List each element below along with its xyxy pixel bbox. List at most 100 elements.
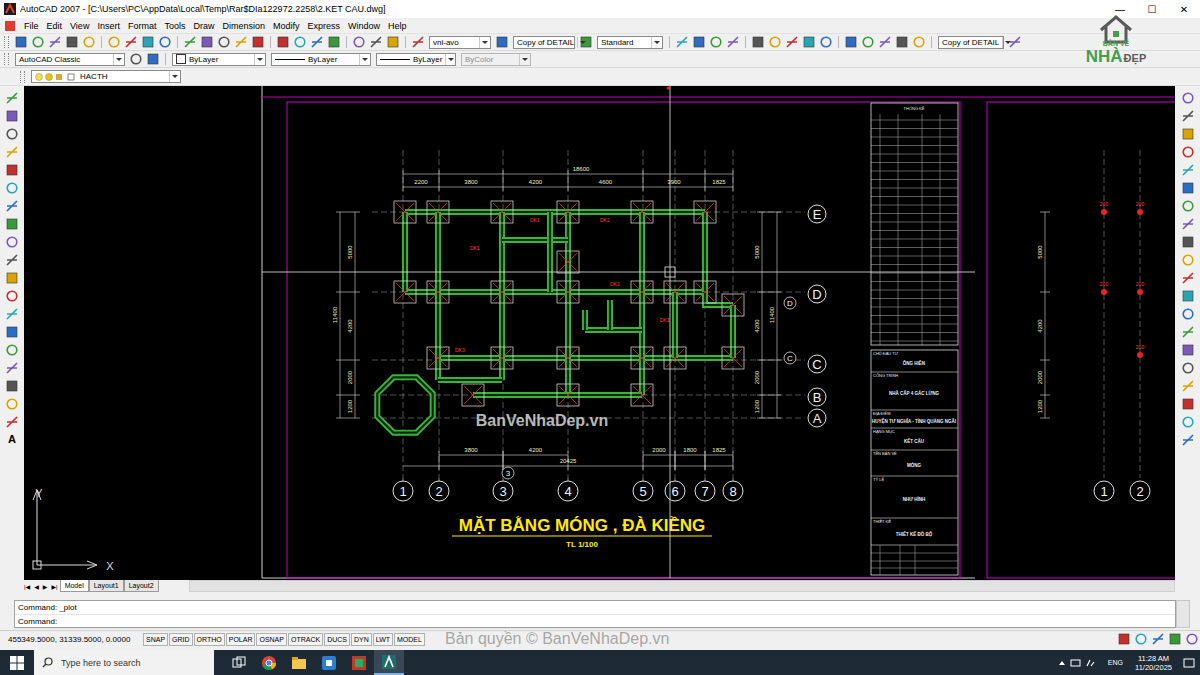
tool-icon[interactable] — [157, 34, 173, 50]
tool-icon[interactable] — [30, 34, 46, 50]
toolbar-grip[interactable] — [4, 36, 9, 48]
tool-icon[interactable] — [1180, 432, 1196, 448]
tool-icon[interactable] — [1150, 631, 1166, 647]
tool-icon[interactable] — [1133, 631, 1149, 647]
tool-icon[interactable] — [4, 360, 20, 376]
tool-icon[interactable] — [64, 34, 80, 50]
status-toggle[interactable]: DYN — [351, 633, 372, 646]
tool-icon[interactable] — [1184, 631, 1200, 647]
dropdown[interactable]: vni-avo — [429, 36, 491, 49]
tool-icon[interactable] — [784, 34, 800, 50]
menu-item[interactable]: Format — [124, 21, 161, 31]
status-toggle[interactable]: OSNAP — [256, 633, 287, 646]
dropdown-arrow-icon[interactable] — [651, 37, 662, 48]
menu-item[interactable]: Dimension — [218, 21, 269, 31]
language-indicator[interactable]: ENG — [1108, 659, 1123, 666]
tool-icon[interactable] — [4, 306, 20, 322]
tool-icon[interactable] — [494, 34, 510, 50]
windows-start-icon[interactable] — [10, 656, 24, 670]
tool-icon[interactable] — [4, 342, 20, 358]
tool-icon[interactable] — [4, 144, 20, 160]
dropdown[interactable]: Copy of DETAIL — [938, 36, 1004, 49]
tool-icon[interactable] — [767, 34, 783, 50]
tab-nav-button[interactable]: ▶ — [41, 580, 50, 592]
status-toggle[interactable]: MODEL — [394, 633, 425, 646]
tool-icon[interactable] — [4, 162, 20, 178]
tool-icon[interactable] — [1180, 180, 1196, 196]
tool-icon[interactable] — [1180, 144, 1196, 160]
clock[interactable]: 11:28 AM 11/20/2025 — [1135, 654, 1172, 672]
menu-item[interactable]: File — [20, 21, 43, 31]
tool-icon[interactable] — [4, 126, 20, 142]
tool-icon[interactable] — [4, 396, 20, 412]
tool-icon[interactable] — [4, 198, 20, 214]
dropdown-arrow-icon[interactable] — [254, 54, 265, 65]
toolbar-grip[interactable] — [20, 71, 25, 83]
tool-icon[interactable] — [1180, 198, 1196, 214]
autocad-taskbar-button[interactable] — [374, 650, 404, 675]
tool-icon[interactable] — [1180, 324, 1196, 340]
tool-icon[interactable] — [145, 51, 161, 67]
task-view-icon[interactable] — [231, 655, 247, 671]
tool-icon[interactable] — [4, 288, 20, 304]
dropdown-arrow-icon[interactable] — [577, 37, 588, 48]
status-toggle[interactable]: SNAP — [143, 633, 168, 646]
tool-icon[interactable] — [1180, 342, 1196, 358]
dropdown-arrow-icon[interactable] — [445, 54, 456, 65]
status-toggle[interactable]: OTRACK — [288, 633, 323, 646]
drawing-canvas[interactable]: DK1DK1DK2DK2DK3DK12200380042004600390018… — [24, 86, 1175, 580]
tool-icon[interactable] — [1180, 396, 1196, 412]
status-toggle[interactable]: GRID — [169, 633, 193, 646]
tool-icon[interactable] — [326, 34, 342, 50]
tool-icon[interactable] — [1180, 234, 1196, 250]
tool-icon[interactable] — [4, 90, 20, 106]
tool-icon[interactable] — [877, 34, 893, 50]
tool-icon[interactable] — [309, 34, 325, 50]
dropdown[interactable]: Standard — [597, 36, 663, 49]
status-toggle[interactable]: ORTHO — [194, 633, 225, 646]
menu-item[interactable]: Edit — [43, 21, 67, 31]
app-icon[interactable] — [321, 655, 337, 671]
tool-icon[interactable] — [1116, 631, 1132, 647]
menu-item[interactable]: Help — [384, 21, 411, 31]
command-line[interactable]: Command: _plot — [15, 601, 1175, 615]
app-icon[interactable] — [351, 655, 367, 671]
tool-icon[interactable] — [81, 34, 97, 50]
tool-icon[interactable] — [1180, 126, 1196, 142]
command-line[interactable]: Command: — [15, 615, 1175, 629]
dropdown[interactable]: AutoCAD Classic — [15, 53, 125, 66]
tool-icon[interactable] — [4, 234, 20, 250]
document-icon[interactable] — [4, 20, 16, 32]
layout-tab[interactable]: Layout1 — [89, 580, 124, 592]
chrome-icon[interactable] — [261, 655, 277, 671]
tool-icon[interactable] — [123, 34, 139, 50]
color-dropdown[interactable]: ByLayer — [172, 53, 266, 66]
file-explorer-icon[interactable] — [291, 655, 307, 671]
tool-icon[interactable] — [4, 270, 20, 286]
text-tool[interactable]: A — [8, 432, 16, 446]
tool-icon[interactable] — [1180, 414, 1196, 430]
tool-icon[interactable] — [1167, 631, 1183, 647]
tab-nav-button[interactable]: ◀ — [32, 580, 41, 592]
linetype-dropdown[interactable]: ByLayer — [271, 53, 371, 66]
tool-icon[interactable] — [292, 34, 308, 50]
tool-icon[interactable] — [843, 34, 859, 50]
tool-icon[interactable] — [216, 34, 232, 50]
tool-icon[interactable] — [818, 34, 834, 50]
tool-icon[interactable] — [801, 34, 817, 50]
tool-icon[interactable] — [182, 34, 198, 50]
notification-icon[interactable] — [1183, 657, 1195, 669]
system-tray-icon[interactable] — [1057, 657, 1097, 669]
tool-icon[interactable] — [1180, 360, 1196, 376]
menu-item[interactable]: View — [66, 21, 93, 31]
dropdown-arrow-icon[interactable] — [1002, 37, 1013, 48]
tool-icon[interactable] — [106, 34, 122, 50]
tool-icon[interactable] — [4, 414, 20, 430]
window-control[interactable]: — — [1104, 0, 1136, 18]
window-control[interactable]: ✕ — [1168, 0, 1200, 18]
dropdown[interactable]: Copy of DETAIL — [513, 36, 575, 49]
tool-icon[interactable] — [199, 34, 215, 50]
tool-icon[interactable] — [725, 34, 741, 50]
tool-icon[interactable] — [1180, 288, 1196, 304]
tool-icon[interactable] — [275, 34, 291, 50]
